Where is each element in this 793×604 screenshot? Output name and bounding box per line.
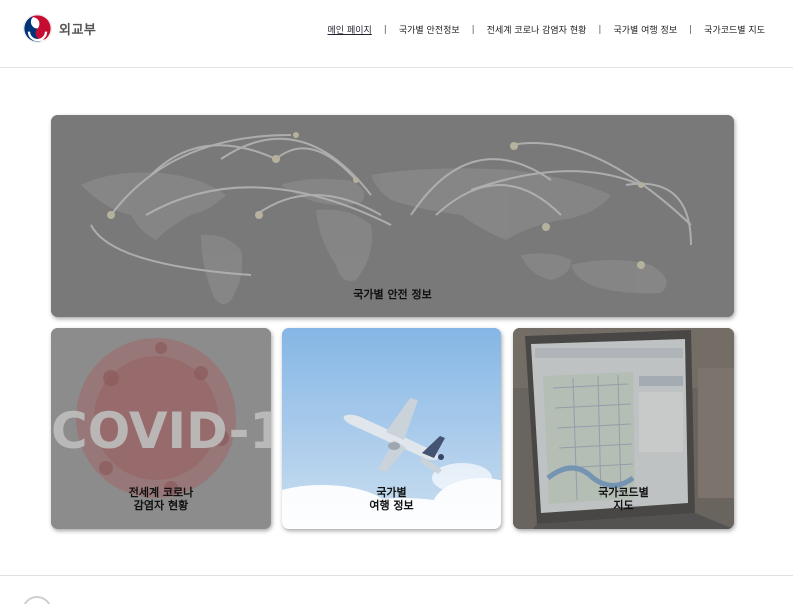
- travel-card-label-line1: 국가별: [376, 486, 407, 499]
- nav-item-covid-status[interactable]: 전세계 코로나 감염자 현황: [487, 23, 587, 36]
- nav-separator: |: [689, 24, 693, 35]
- travel-info-card[interactable]: 국가별 여행 정보: [282, 328, 501, 529]
- footer-logo-icon: [22, 596, 52, 604]
- country-safety-card[interactable]: 국가별 안전 정보: [51, 115, 734, 317]
- nav-item-country-code-map[interactable]: 국가코드별 지도: [704, 23, 765, 36]
- covid-status-card[interactable]: COVID-19 전세계 코로나 감염자 현황: [51, 328, 271, 529]
- home-logo-link[interactable]: 외교부: [22, 13, 96, 44]
- travel-info-card-label: 국가별 여행 정보: [282, 486, 501, 512]
- travel-card-label-line2: 여행 정보: [369, 499, 414, 512]
- map-card-label-line1: 국가코드별: [598, 486, 649, 499]
- nav-item-country-safety[interactable]: 국가별 안전정보: [399, 23, 460, 36]
- nav-item-main-page[interactable]: 메인 페이지: [328, 23, 372, 36]
- covid-card-label-line1: 전세계 코로나: [128, 486, 194, 499]
- nav-separator: |: [383, 24, 387, 35]
- map-card-label-line2: 지도: [613, 499, 634, 512]
- site-footer: [0, 575, 793, 604]
- covid-card-label-line2: 감염자 현황: [133, 499, 189, 512]
- country-code-map-card-label: 국가코드별 지도: [513, 486, 734, 512]
- nav-separator: |: [471, 24, 475, 35]
- nav-separator: |: [598, 24, 602, 35]
- country-code-map-card[interactable]: 국가코드별 지도: [513, 328, 734, 529]
- card-overlay: [51, 115, 734, 317]
- nav-item-travel-info[interactable]: 국가별 여행 정보: [613, 23, 677, 36]
- brand-name: 외교부: [59, 23, 97, 38]
- site-header: 외교부 메인 페이지 | 국가별 안전정보 | 전세계 코로나 감염자 현황 |…: [0, 0, 793, 68]
- government-taeguk-logo-icon: [22, 13, 53, 44]
- covid-status-card-label: 전세계 코로나 감염자 현황: [51, 486, 271, 512]
- main-nav: 메인 페이지 | 국가별 안전정보 | 전세계 코로나 감염자 현황 | 국가별…: [328, 23, 765, 37]
- country-safety-card-label: 국가별 안전 정보: [353, 288, 432, 301]
